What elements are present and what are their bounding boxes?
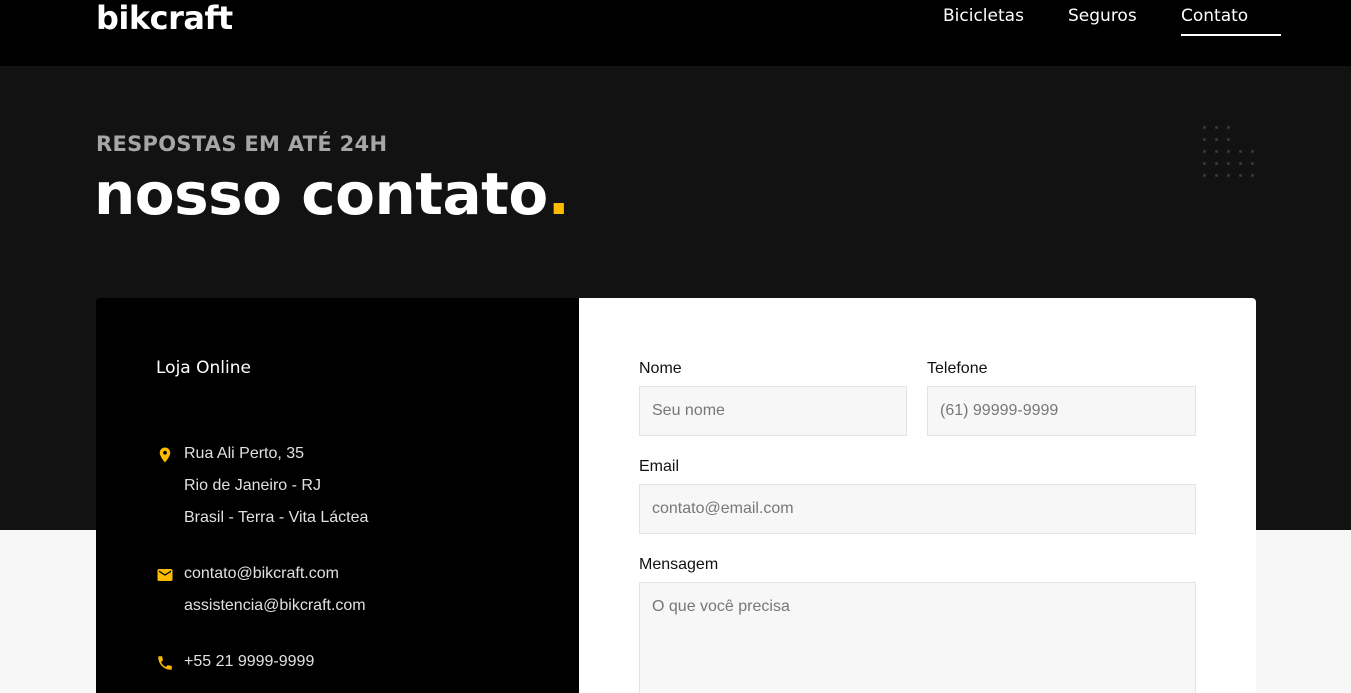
address-line: Brasil - Terra - Vita Láctea <box>184 509 369 526</box>
grid-dot <box>1203 174 1206 177</box>
email-link[interactable]: contato@bikcraft.com <box>184 565 339 583</box>
email-input[interactable]: contato@email.com <box>639 484 1196 534</box>
page-title: nosso contato. <box>94 160 570 228</box>
name-input[interactable]: Seu nome <box>639 386 907 436</box>
grid-dot <box>1215 126 1218 129</box>
grid-dot <box>1203 150 1206 153</box>
grid-dot <box>1227 150 1230 153</box>
message-textarea[interactable]: O que você precisa <box>639 582 1196 693</box>
phone-label: Telefone <box>927 360 988 377</box>
message-label: Mensagem <box>639 556 719 573</box>
name-label: Nome <box>639 360 682 377</box>
grid-dot <box>1227 138 1230 141</box>
grid-dot <box>1215 162 1218 165</box>
grid-dot <box>1203 138 1206 141</box>
grid-dot <box>1251 162 1254 165</box>
envelope-icon <box>157 569 173 581</box>
top-navigation-bar: bikcraft Bicicletas Seguros Contato <box>0 0 1351 66</box>
address-line: Rua Ali Perto, 35 <box>184 445 305 462</box>
brand-logo[interactable]: bikcraft <box>96 0 233 37</box>
grid-dot <box>1251 150 1254 153</box>
grid-dot <box>1227 162 1230 165</box>
page-title-text: nosso contato <box>94 160 548 228</box>
email-label: Email <box>639 458 680 475</box>
grid-dot <box>1203 126 1206 129</box>
grid-dot <box>1251 174 1254 177</box>
grid-dot <box>1227 174 1230 177</box>
grid-dot <box>1239 162 1242 165</box>
email-link[interactable]: assistencia@bikcraft.com <box>184 597 366 615</box>
grid-dot <box>1227 126 1230 129</box>
phone-link[interactable]: +55 21 9999-9999 <box>184 653 314 671</box>
main-nav: Bicicletas Seguros Contato <box>943 6 1281 36</box>
title-accent-dot: . <box>547 160 570 228</box>
phone-input[interactable]: (61) 99999-9999 <box>927 386 1196 436</box>
contact-info-panel: Loja Online Rua Ali Perto, 35 Rio de Jan… <box>96 298 579 693</box>
grid-dot <box>1215 174 1218 177</box>
grid-dot <box>1239 150 1242 153</box>
address-line: Rio de Janeiro - RJ <box>184 477 321 494</box>
grid-dot <box>1239 174 1242 177</box>
hero-subtitle: RESPOSTAS EM ATÉ 24H <box>96 132 388 156</box>
decorative-dot-grid <box>1201 124 1261 184</box>
location-pin-icon <box>159 447 171 463</box>
nav-link-bicicletas[interactable]: Bicicletas <box>943 6 1068 36</box>
grid-dot <box>1215 138 1218 141</box>
nav-link-seguros[interactable]: Seguros <box>1068 6 1181 36</box>
contact-form: Nome Seu nome Telefone (61) 99999-9999 E… <box>579 298 1256 693</box>
grid-dot <box>1203 162 1206 165</box>
phone-icon <box>158 656 172 670</box>
grid-dot <box>1215 150 1218 153</box>
nav-link-contato[interactable]: Contato <box>1181 6 1281 36</box>
store-heading: Loja Online <box>156 358 251 378</box>
